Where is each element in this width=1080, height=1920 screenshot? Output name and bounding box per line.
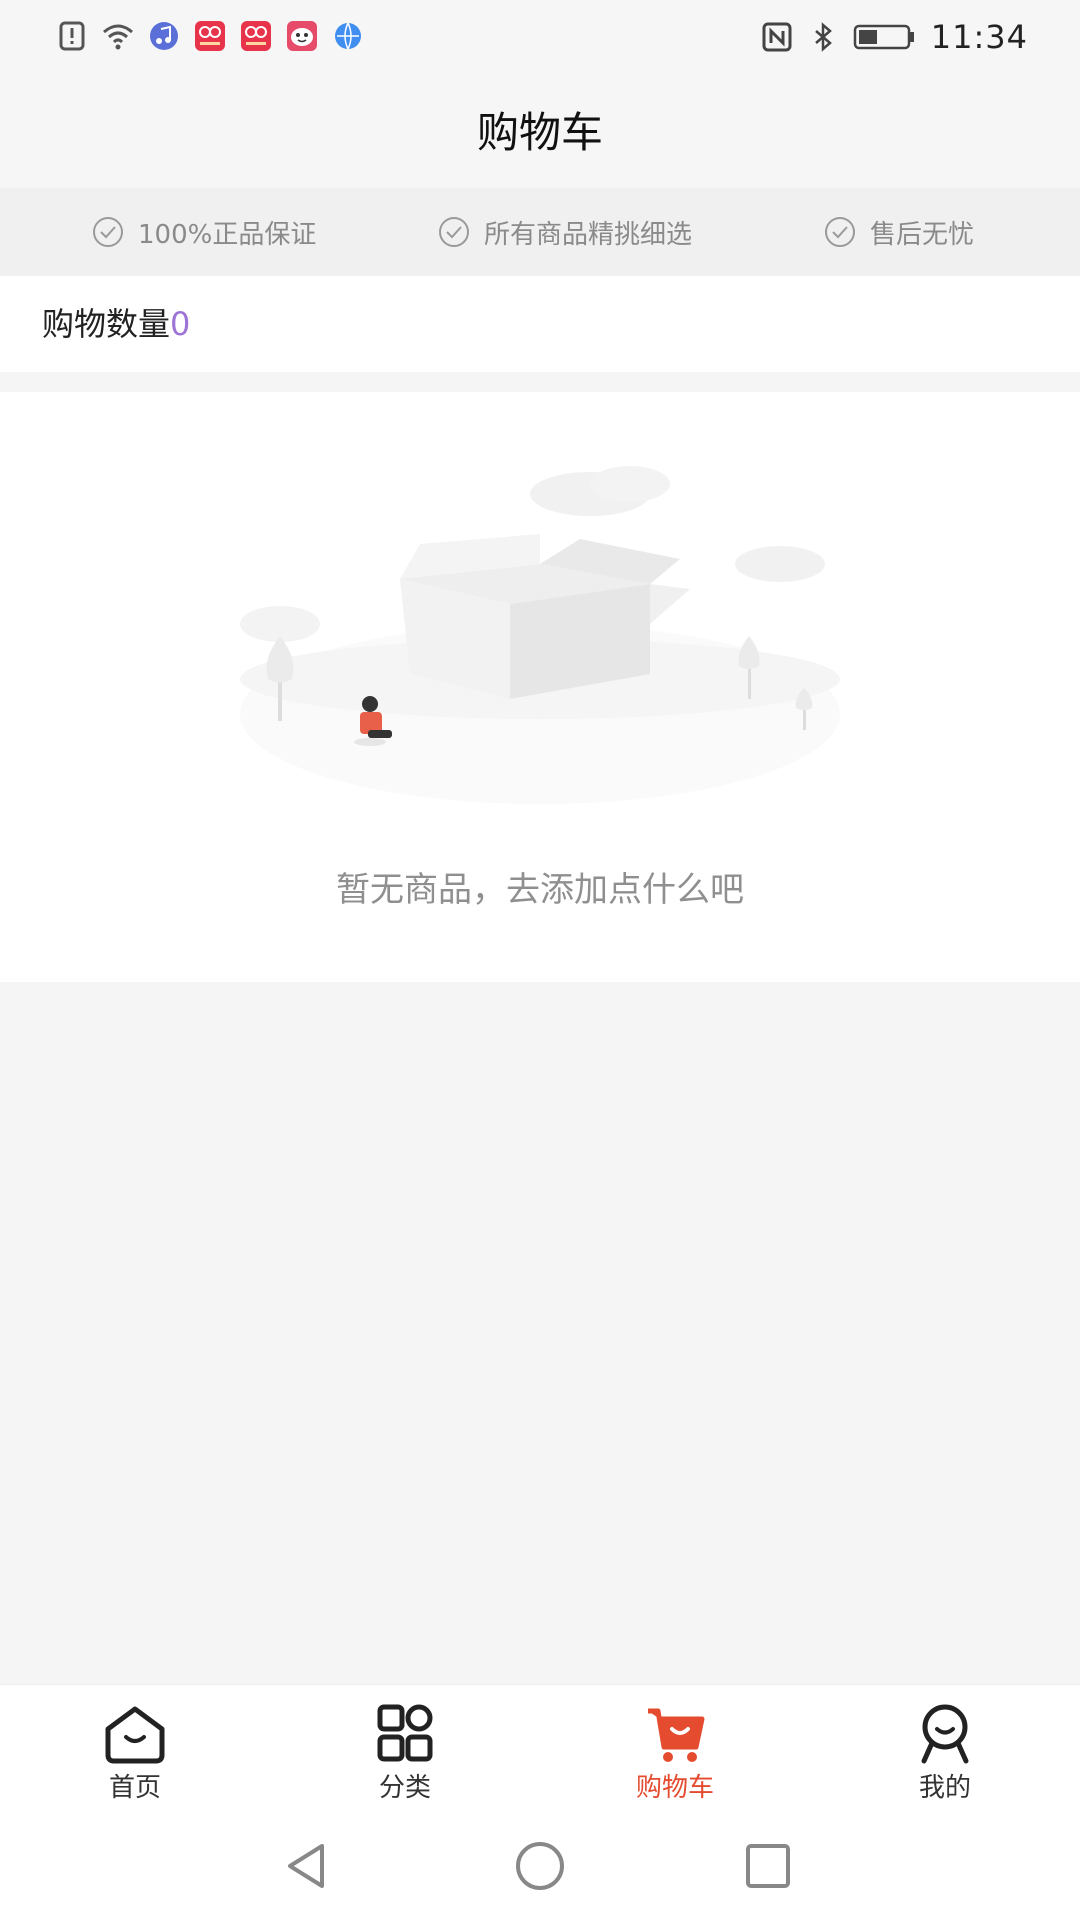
recent-apps-icon[interactable] bbox=[736, 1834, 800, 1898]
tab-category[interactable]: 分类 bbox=[305, 1685, 505, 1815]
battery-icon bbox=[853, 24, 914, 50]
cart-count-row: 购物数量0 bbox=[0, 276, 1080, 372]
nfc-icon bbox=[762, 22, 792, 52]
page-title: 购物车 bbox=[476, 108, 603, 157]
empty-cart-message: 暂无商品，去添加点什么吧 bbox=[336, 870, 744, 910]
music-app-icon bbox=[150, 22, 178, 50]
cart-count-value: 0 bbox=[170, 305, 191, 343]
wifi-icon bbox=[103, 24, 133, 50]
browser-app-icon bbox=[335, 22, 361, 50]
tab-profile[interactable]: 我的 bbox=[845, 1685, 1045, 1815]
bluetooth-icon bbox=[814, 22, 832, 52]
guarantee-item: 所有商品精挑细选 bbox=[438, 188, 692, 276]
guarantee-label: 所有商品精挑细选 bbox=[484, 219, 693, 250]
check-circle-icon bbox=[825, 217, 855, 247]
tab-home-label: 首页 bbox=[108, 1773, 161, 1803]
shop-app-icon-2 bbox=[241, 21, 271, 51]
system-nav-bar bbox=[0, 1814, 1080, 1920]
shop-app-icon-1 bbox=[195, 21, 225, 51]
empty-box-illustration bbox=[240, 466, 840, 804]
page-header: 购物车 bbox=[0, 78, 1080, 188]
face-app-icon bbox=[287, 21, 317, 51]
bottom-tab-bar: 首页 分类 购物车 我的 bbox=[0, 1684, 1080, 1815]
guarantee-label: 售后无忧 bbox=[870, 219, 975, 250]
tab-cart[interactable]: 购物车 bbox=[575, 1685, 775, 1815]
tab-home[interactable]: 首页 bbox=[35, 1685, 235, 1815]
home-icon bbox=[105, 1706, 165, 1764]
cart-count-label: 购物数量 bbox=[42, 305, 171, 343]
tab-category-label: 分类 bbox=[378, 1773, 431, 1803]
profile-icon bbox=[921, 1704, 969, 1764]
category-icon bbox=[377, 1704, 433, 1762]
status-time: 11:34 bbox=[930, 18, 1028, 56]
status-right-icons: 11:34 bbox=[761, 18, 1028, 56]
cart-count: 购物数量0 bbox=[42, 276, 190, 372]
empty-cart-card: 暂无商品，去添加点什么吧 bbox=[0, 392, 1080, 982]
check-circle-icon bbox=[439, 217, 469, 247]
guarantee-item: 售后无忧 bbox=[824, 188, 974, 276]
status-bar: 11:34 bbox=[0, 0, 1080, 78]
alert-icon bbox=[59, 21, 85, 51]
home-button-icon[interactable] bbox=[508, 1834, 572, 1898]
tab-cart-label: 购物车 bbox=[635, 1773, 714, 1803]
check-circle-icon bbox=[93, 217, 123, 247]
guarantee-label: 100%正品保证 bbox=[138, 219, 317, 250]
tab-profile-label: 我的 bbox=[918, 1773, 971, 1803]
guarantee-bar: 100%正品保证 所有商品精挑细选 售后无忧 bbox=[0, 188, 1080, 276]
cart-icon bbox=[648, 1708, 705, 1762]
status-left-icons bbox=[56, 20, 364, 52]
back-icon[interactable] bbox=[276, 1834, 340, 1898]
guarantee-item: 100%正品保证 bbox=[92, 188, 316, 276]
